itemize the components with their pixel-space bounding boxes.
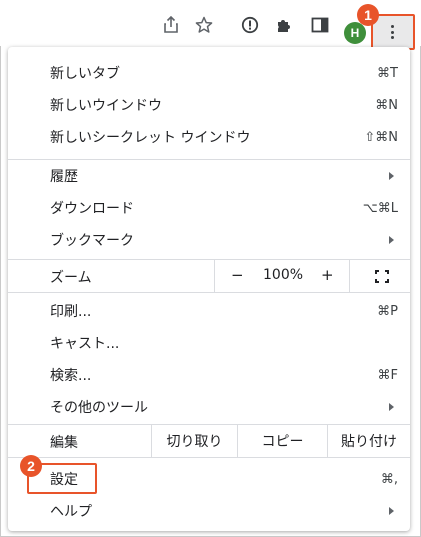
- menu-item-shortcut: ⌘T: [377, 65, 398, 81]
- star-icon[interactable]: [193, 14, 215, 36]
- sidepanel-icon[interactable]: [309, 14, 331, 36]
- submenu-arrow-icon: [389, 507, 394, 515]
- copy-button[interactable]: コピー: [237, 425, 327, 457]
- submenu-arrow-icon: [389, 403, 394, 411]
- menu-item-label: 印刷...: [50, 304, 92, 320]
- menu-item-shortcut: ⌘,: [380, 471, 398, 487]
- menu-item-shortcut: ⌘F: [377, 367, 398, 383]
- menu-item-shortcut: ⌥⌘L: [362, 200, 398, 216]
- menu-item-shortcut: ⇧⌘N: [364, 129, 398, 145]
- menu-item-shortcut: ⌘P: [377, 303, 398, 319]
- menu-item-label: 新しいウインドウ: [50, 98, 162, 114]
- menu-divider: [8, 292, 410, 293]
- chrome-menu: 新しいタブ ⌘T 新しいウインドウ ⌘N 新しいシークレット ウインドウ ⇧⌘N…: [8, 47, 410, 531]
- menu-row-edit: 編集 切り取り コピー 貼り付け: [8, 425, 410, 457]
- menu-item-new-window[interactable]: 新しいウインドウ ⌘N: [8, 89, 410, 121]
- menu-item-find[interactable]: 検索... ⌘F: [8, 359, 410, 391]
- menu-item-label: ダウンロード: [50, 201, 134, 217]
- zoom-in-button[interactable]: +: [321, 266, 334, 284]
- extensions-icon[interactable]: [273, 14, 295, 36]
- kebab-menu-icon[interactable]: [391, 25, 395, 41]
- menu-item-cast[interactable]: キャスト...: [8, 327, 410, 359]
- menu-item-label: 新しいタブ: [50, 66, 120, 82]
- browser-toolbar: H: [0, 0, 421, 50]
- menu-item-history[interactable]: 履歴: [8, 160, 410, 192]
- menu-item-bookmarks[interactable]: ブックマーク: [8, 224, 410, 256]
- menu-item-print[interactable]: 印刷... ⌘P: [8, 295, 410, 327]
- menu-item-label: その他のツール: [50, 400, 148, 416]
- zoom-level: 100%: [263, 267, 304, 283]
- menu-item-new-tab[interactable]: 新しいタブ ⌘T: [8, 57, 410, 89]
- menu-row-zoom: ズーム − 100% +: [8, 260, 410, 292]
- zoom-out-button[interactable]: −: [231, 266, 244, 284]
- menu-item-label: 履歴: [50, 169, 78, 185]
- password-icon[interactable]: [239, 14, 261, 36]
- menu-item-label: ヘルプ: [50, 504, 92, 520]
- submenu-arrow-icon: [389, 236, 394, 244]
- profile-avatar[interactable]: H: [344, 22, 366, 44]
- fullscreen-icon[interactable]: [375, 270, 389, 283]
- menu-item-downloads[interactable]: ダウンロード ⌥⌘L: [8, 192, 410, 224]
- menu-divider: [8, 457, 410, 458]
- menu-item-shortcut: ⌘N: [375, 97, 398, 113]
- step-badge-1: 1: [357, 4, 379, 26]
- step-badge-2: 2: [20, 455, 42, 477]
- menu-item-label: ブックマーク: [50, 233, 134, 249]
- paste-button[interactable]: 貼り付け: [327, 425, 410, 457]
- menu-item-label: 検索...: [50, 368, 92, 384]
- edit-label: 編集: [50, 435, 78, 451]
- zoom-divider: [349, 260, 350, 292]
- menu-item-label: 新しいシークレット ウインドウ: [50, 130, 251, 146]
- zoom-controls: − 100% +: [214, 260, 410, 292]
- menu-item-new-incognito[interactable]: 新しいシークレット ウインドウ ⇧⌘N: [8, 121, 410, 153]
- menu-item-help[interactable]: ヘルプ: [8, 495, 410, 527]
- menu-item-label: キャスト...: [50, 336, 120, 352]
- menu-item-more-tools[interactable]: その他のツール: [8, 391, 410, 423]
- share-icon[interactable]: [160, 14, 182, 36]
- zoom-label: ズーム: [50, 270, 92, 286]
- cut-button[interactable]: 切り取り: [151, 425, 237, 457]
- submenu-arrow-icon: [389, 172, 394, 180]
